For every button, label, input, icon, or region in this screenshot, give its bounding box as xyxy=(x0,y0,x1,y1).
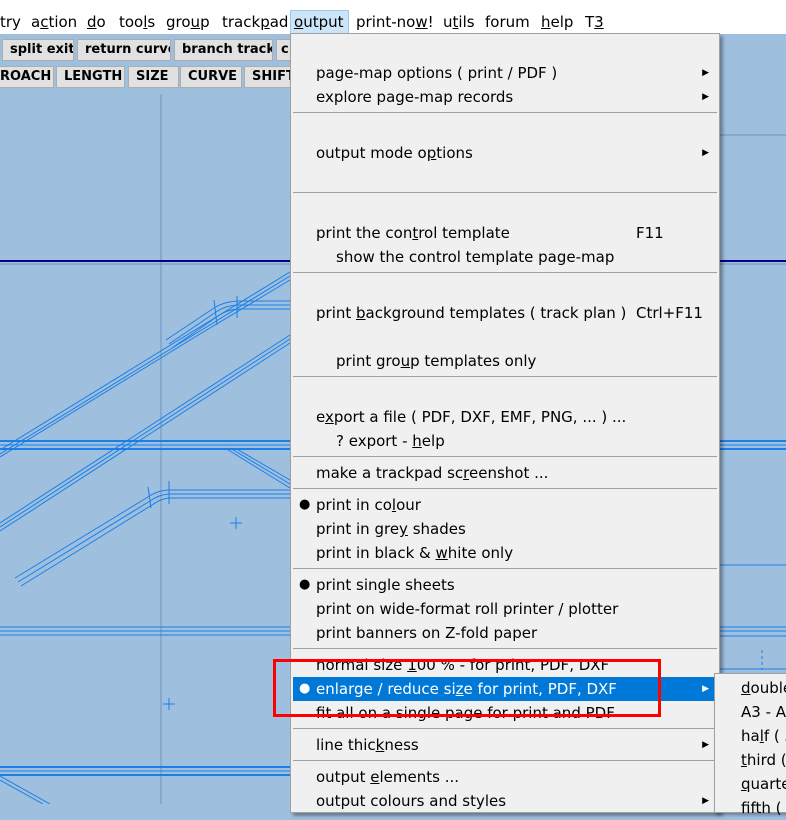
radio-bullet-icon: ● xyxy=(299,681,311,696)
menu-do[interactable]: do xyxy=(84,10,109,34)
shift-button[interactable]: SHIFT xyxy=(244,66,296,88)
menu-separator xyxy=(293,760,717,761)
submenu-item-quarter[interactable]: quarte xyxy=(741,772,786,796)
menu-item-label: print the control template xyxy=(316,224,510,242)
size-button[interactable]: SIZE xyxy=(128,66,179,88)
menu-item-enlarge-reduce[interactable]: ● enlarge / reduce size for print, PDF, … xyxy=(293,677,717,701)
menu-item-label: make a trackpad screenshot ... xyxy=(316,464,549,482)
menu-item-print-colour[interactable]: ● print in colour xyxy=(293,493,717,517)
menu-item-label: print background templates ( track plan … xyxy=(316,304,627,322)
menu-bar: try action do tools group trackpad outpu… xyxy=(0,0,786,34)
submenu-item-half[interactable]: half ( 5 xyxy=(741,724,786,748)
submenu-arrow-icon: ▶ xyxy=(702,796,709,806)
radio-bullet-icon: ● xyxy=(299,497,311,512)
menu-item-label: print group templates only xyxy=(336,352,537,370)
menu-item-label: ? export - help xyxy=(336,432,445,450)
menu-item-print-group-templates[interactable]: print group templates only xyxy=(293,349,717,373)
menu-separator xyxy=(293,728,717,729)
submenu-item-third[interactable]: third ( xyxy=(741,748,786,772)
menu-item-fit-single-page[interactable]: fit all on a single page for print and P… xyxy=(293,701,717,725)
menu-separator xyxy=(293,192,717,193)
menu-item-label: print in colour xyxy=(316,496,421,514)
menu-item-label: page-map options ( print / PDF ) xyxy=(316,64,558,82)
menu-item-output-mode-options[interactable]: output mode options ▶ xyxy=(293,141,717,165)
submenu-item-double[interactable]: double xyxy=(741,676,786,700)
menu-item-page-map-options[interactable]: page-map options ( print / PDF ) ▶ xyxy=(293,61,717,85)
menu-item-label: show the control template page-map xyxy=(336,248,615,266)
menu-item-label: print on wide-format roll printer / plot… xyxy=(316,600,619,618)
menu-action[interactable]: action xyxy=(28,10,80,34)
menu-item-print-single-sheets[interactable]: ● print single sheets xyxy=(293,573,717,597)
menu-item-label: enlarge / reduce size for print, PDF, DX… xyxy=(316,680,617,698)
menu-separator xyxy=(293,376,717,377)
menu-item-label: export a file ( PDF, DXF, EMF, PNG, ... … xyxy=(316,408,627,426)
menu-item-label: fit all on a single page for print and P… xyxy=(316,704,615,722)
menu-forum[interactable]: forum xyxy=(482,10,533,34)
menu-separator xyxy=(293,648,717,649)
menu-item-show-control-page-map[interactable]: show the control template page-map xyxy=(293,245,717,269)
menu-item-label: normal size 100 % - for print, PDF, DXF xyxy=(316,656,610,674)
menu-item-output-colours[interactable]: output colours and styles ▶ xyxy=(293,789,717,813)
menu-group[interactable]: group xyxy=(163,10,213,34)
submenu-arrow-icon: ▶ xyxy=(702,92,709,102)
menu-item-normal-size[interactable]: normal size 100 % - for print, PDF, DXF xyxy=(293,653,717,677)
menu-item-label: explore page-map records xyxy=(316,88,514,106)
submenu-arrow-icon: ▶ xyxy=(702,148,709,158)
menu-item-export-file[interactable]: export a file ( PDF, DXF, EMF, PNG, ... … xyxy=(293,405,717,429)
menu-item-label: output mode options xyxy=(316,144,473,162)
menu-item-print-grey[interactable]: print in grey shades xyxy=(293,517,717,541)
return-curve-button[interactable]: return curve xyxy=(77,39,171,61)
menu-utils[interactable]: utils xyxy=(440,10,478,34)
menu-item-label: line thickness xyxy=(316,736,419,754)
menu-item-label: output colours and styles xyxy=(316,792,507,810)
split-exit-button[interactable]: split exit xyxy=(2,39,74,61)
menu-try[interactable]: try xyxy=(0,10,24,34)
submenu-arrow-icon: ▶ xyxy=(702,740,709,750)
menu-item-print-bw[interactable]: print in black & white only xyxy=(293,541,717,565)
submenu-arrow-icon: ▶ xyxy=(702,68,709,78)
menu-item-export-help[interactable]: ? export - help xyxy=(293,429,717,453)
menu-separator xyxy=(293,488,717,489)
menu-item-line-thickness[interactable]: line thickness ▶ xyxy=(293,733,717,757)
submenu-item-fifth[interactable]: fifth ( xyxy=(741,796,781,820)
menu-t3[interactable]: T3 xyxy=(582,10,607,34)
menu-separator xyxy=(293,568,717,569)
submenu-arrow-icon: ▶ xyxy=(702,684,709,694)
menu-item-print-background-templates[interactable]: print background templates ( track plan … xyxy=(293,301,717,325)
menu-item-trackpad-screenshot[interactable]: make a trackpad screenshot ... xyxy=(293,461,717,485)
menu-separator xyxy=(293,272,717,273)
menu-separator xyxy=(293,112,717,113)
menu-help[interactable]: help xyxy=(538,10,576,34)
menu-item-label: output elements ... xyxy=(316,768,459,786)
menu-trackpad[interactable]: trackpad xyxy=(219,10,291,34)
menu-item-label: print in grey shades xyxy=(316,520,466,538)
submenu-item-a3-a4[interactable]: A3 - A4 xyxy=(741,700,786,724)
curve-button[interactable]: CURVE xyxy=(180,66,242,88)
branch-track-button[interactable]: branch track xyxy=(174,39,273,61)
shortcut-label: Ctrl+F11 xyxy=(636,304,703,322)
menu-item-print-roll[interactable]: print on wide-format roll printer / plot… xyxy=(293,597,717,621)
menu-item-label: print in black & white only xyxy=(316,544,514,562)
approach-button[interactable]: ROACH xyxy=(0,66,54,88)
menu-item-print-banners[interactable]: print banners on Z-fold paper xyxy=(293,621,717,645)
menu-item-explore-page-map[interactable]: explore page-map records ▶ xyxy=(293,85,717,109)
menu-item-output-elements[interactable]: output elements ... xyxy=(293,765,717,789)
radio-bullet-icon: ● xyxy=(299,577,311,592)
menu-tools[interactable]: tools xyxy=(116,10,158,34)
menu-item-print-control-template[interactable]: print the control template F11 xyxy=(293,221,717,245)
menu-item-label: print single sheets xyxy=(316,576,455,594)
size-submenu: double A3 - A4 half ( 5 third ( quarte f… xyxy=(714,673,786,817)
shortcut-label: F11 xyxy=(636,224,664,242)
menu-output[interactable]: output xyxy=(290,10,349,34)
length-button[interactable]: LENGTH xyxy=(56,66,125,88)
output-menu: page-map options ( print / PDF ) ▶ explo… xyxy=(290,33,720,813)
menu-item-label: print banners on Z-fold paper xyxy=(316,624,538,642)
menu-print-now[interactable]: print-now! xyxy=(353,10,437,34)
menu-separator xyxy=(293,456,717,457)
